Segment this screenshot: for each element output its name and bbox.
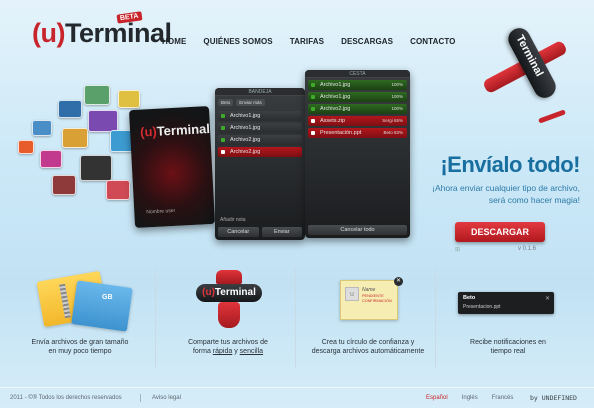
feature-caption: Comparte tus archivos de forma rápida y s…	[188, 339, 268, 355]
hero-cta: ¡Envíalo todo! ¡Ahora enviar cualquier t…	[430, 152, 580, 206]
close-icon[interactable]: ✕	[394, 277, 403, 286]
lang-es[interactable]: Español	[426, 395, 448, 401]
gb-label: GB	[102, 294, 113, 301]
file-row[interactable]: Archivo1.jpg	[218, 123, 302, 133]
download-row-active[interactable]: Assets.zip Sergi 65%	[308, 116, 407, 126]
add-recipient-pill[interactable]: Enviar más	[236, 99, 265, 106]
notification-toast: Beto Presentacion.ppt ✕	[458, 292, 554, 314]
window-toolbar: Beto Enviar más	[215, 96, 305, 109]
plane-tail-icon	[218, 302, 240, 328]
media-thumbnails-cloud	[18, 80, 148, 230]
window-buttons: Cancelar todo	[308, 225, 407, 235]
file-row[interactable]: Archivo1.jpg	[218, 111, 302, 121]
plane-body-icon: (u)Terminal	[196, 284, 262, 302]
app-window-cesta: CESTA Archivo1.jpg 100% Archivo1.jpg 100% …	[305, 70, 410, 238]
plane-propeller	[537, 109, 567, 124]
username-label: Nombre user	[146, 207, 176, 216]
hero-headline: ¡Envíalo todo!	[440, 152, 580, 177]
feature-caption: Crea tu círculo de confianza y descarga a…	[311, 339, 425, 355]
feature-notifications: Beto Presentacion.ppt ✕ Recibe notificac…	[438, 262, 578, 380]
thumb-card	[106, 180, 130, 200]
thumb-card	[118, 90, 140, 108]
logo-prefix: (u)	[32, 18, 65, 48]
footer: 2011 - ©® Todos los derechos reservados …	[0, 387, 594, 408]
site-logo[interactable]: (u)Terminal	[32, 18, 172, 49]
download-button[interactable]: DESCARGAR	[455, 222, 545, 242]
app-logo: (u)Terminal	[139, 120, 211, 140]
divider	[435, 268, 436, 368]
nav-descargas[interactable]: DESCARGAS	[341, 37, 393, 46]
file-row[interactable]: Archivo2.jpg	[218, 135, 302, 145]
feature-caption: Envía archivos de gran tamaño en muy poco…	[31, 339, 129, 355]
download-row[interactable]: Archivo1.jpg 100%	[308, 92, 407, 102]
main-nav: HOME QUIÉNES SOMOS TARIFAS DESCARGAS CON…	[162, 37, 455, 46]
thumb-card	[32, 120, 52, 136]
agency-credit[interactable]: by UNDEFINED	[530, 394, 577, 402]
note-name: Name	[362, 287, 376, 293]
divider	[140, 394, 141, 402]
cancel-button[interactable]: Cancelar	[218, 227, 259, 237]
contact-note-card: u Name PENDIENTE CONFIRMACIÓN	[340, 280, 398, 320]
download-row[interactable]: Archivo2.jpg 100%	[308, 104, 407, 114]
download-row[interactable]: Archivo1.jpg 100%	[308, 80, 407, 90]
download-row-active[interactable]: Presentación.ppt Beto 83%	[308, 128, 407, 138]
version-label: v 0.1.6	[518, 246, 537, 252]
hero-subline: ¡Ahora enviar cualquier tipo de archivo,…	[432, 183, 580, 205]
feature-share: (u)Terminal Comparte tus archivos de form…	[158, 262, 298, 380]
thumb-card	[40, 150, 62, 168]
language-switcher: Español Inglés Francés	[426, 395, 513, 401]
app-window-login: (u)Terminal Nombre user	[128, 105, 216, 229]
plane-illustration: Terminal	[470, 22, 575, 132]
blue-folder-icon	[71, 280, 133, 332]
lang-fr[interactable]: Francés	[492, 395, 514, 401]
window-title: CESTA	[305, 70, 410, 78]
nav-quienes-somos[interactable]: QUIÉNES SOMOS	[203, 37, 272, 46]
thumb-card	[52, 175, 76, 195]
thumb-card	[62, 128, 88, 148]
thumb-card	[80, 155, 112, 181]
nav-tarifas[interactable]: TARIFAS	[290, 37, 324, 46]
feature-large-files: GB Envía archivos de gran tamaño en muy p…	[10, 262, 150, 380]
cancel-all-button[interactable]: Cancelar todo	[308, 225, 407, 235]
nav-home[interactable]: HOME	[162, 37, 186, 46]
plane-body: Terminal	[504, 24, 560, 102]
note-status: PENDIENTE CONFIRMACIÓN	[362, 294, 392, 303]
window-buttons: Cancelar Enviar	[218, 227, 302, 237]
avatar-placeholder-icon: u	[345, 287, 359, 301]
os-icons: ⊞	[455, 247, 463, 253]
thumb-card	[84, 85, 110, 105]
file-row-selected[interactable]: Archivo2.jpg	[218, 147, 302, 157]
thumb-card	[88, 110, 118, 132]
divider	[155, 268, 156, 368]
hero-illustration: (u)Terminal Nombre user BANDEJA Beto Env…	[0, 60, 440, 255]
feature-trust-circle: u Name PENDIENTE CONFIRMACIÓN ✕ Crea tu …	[298, 262, 438, 380]
feature-caption: Recibe notificaciones en tiempo real	[470, 339, 546, 355]
copyright-text: 2011 - ©® Todos los derechos reservados	[10, 395, 122, 401]
legal-link[interactable]: Aviso legal	[152, 395, 181, 401]
app-window-bandeja: BANDEJA Beto Enviar más Archivo1.jpg Arc…	[215, 88, 305, 240]
add-note-checkbox[interactable]: Añadir nota	[220, 217, 246, 223]
recipient-pill[interactable]: Beto	[218, 99, 234, 106]
plane-wing-icon	[216, 270, 242, 284]
thumb-card	[58, 100, 82, 118]
window-title: BANDEJA	[215, 88, 305, 96]
nav-contacto[interactable]: CONTACTO	[410, 37, 455, 46]
send-button[interactable]: Enviar	[261, 227, 302, 237]
toast-file: Presentacion.ppt	[463, 304, 501, 310]
divider	[295, 268, 296, 368]
lang-en[interactable]: Inglés	[462, 395, 478, 401]
close-icon[interactable]: ✕	[545, 295, 550, 302]
toast-sender: Beto	[463, 295, 476, 301]
thumb-card	[18, 140, 34, 154]
